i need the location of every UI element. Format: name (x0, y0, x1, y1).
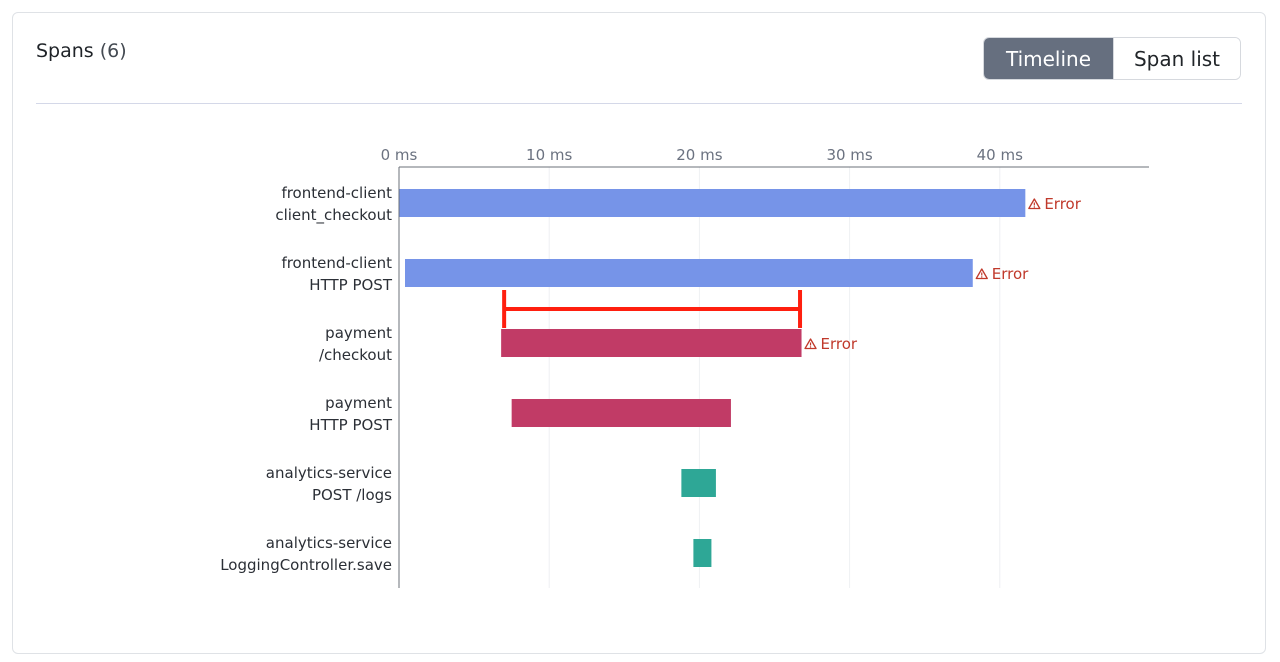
span-operation-label-6: LoggingController.save (220, 556, 392, 574)
span-service-label-4: payment (325, 394, 392, 412)
error-indicator-3: Error (804, 335, 858, 353)
span-bar-6[interactable] (693, 539, 712, 567)
tick-layer: 0 ms 10 ms 20 ms 30 ms 40 ms (381, 146, 1023, 164)
error-label: Error (992, 265, 1029, 283)
span-operation-label-4: HTTP POST (309, 416, 393, 434)
error-label: Error (1044, 195, 1081, 213)
timeline-chart: 0 ms 10 ms 20 ms 30 ms 40 ms frontend-client… (220, 146, 1149, 588)
span-service-label-6: analytics-service (266, 534, 392, 552)
grid-layer (548, 167, 1001, 588)
tick-label-10: 10 ms (526, 146, 572, 164)
span-bar-1[interactable] (399, 189, 1026, 217)
error-indicator-1: Error (1028, 195, 1082, 213)
span-operation-label-5: POST /logs (312, 486, 392, 504)
bar-layer (399, 189, 1026, 567)
span-bar-2[interactable] (405, 259, 973, 287)
span-service-label-3: payment (325, 324, 392, 342)
highlight-layer (502, 290, 803, 328)
tick-label-30: 30 ms (826, 146, 872, 164)
error-indicator-2: Error (975, 265, 1029, 283)
span-service-label-1: frontend-client (281, 184, 392, 202)
span-bar-4[interactable] (511, 399, 731, 427)
span-service-label-2: frontend-client (281, 254, 392, 272)
span-bar-5[interactable] (681, 469, 716, 497)
span-operation-label-3: /checkout (319, 346, 392, 364)
span-bar-3[interactable] (501, 329, 802, 357)
tick-label-0: 0 ms (381, 146, 418, 164)
axis-layer (398, 166, 1149, 588)
span-operation-label-1: client_checkout (275, 206, 392, 225)
span-service-label-5: analytics-service (266, 464, 392, 482)
highlight-interval (502, 290, 803, 328)
label-layer: frontend-client client_checkout Error front… (220, 184, 1082, 574)
span-operation-label-2: HTTP POST (309, 276, 393, 294)
error-label: Error (821, 335, 858, 353)
tick-label-40: 40 ms (977, 146, 1023, 164)
tick-label-20: 20 ms (676, 146, 722, 164)
